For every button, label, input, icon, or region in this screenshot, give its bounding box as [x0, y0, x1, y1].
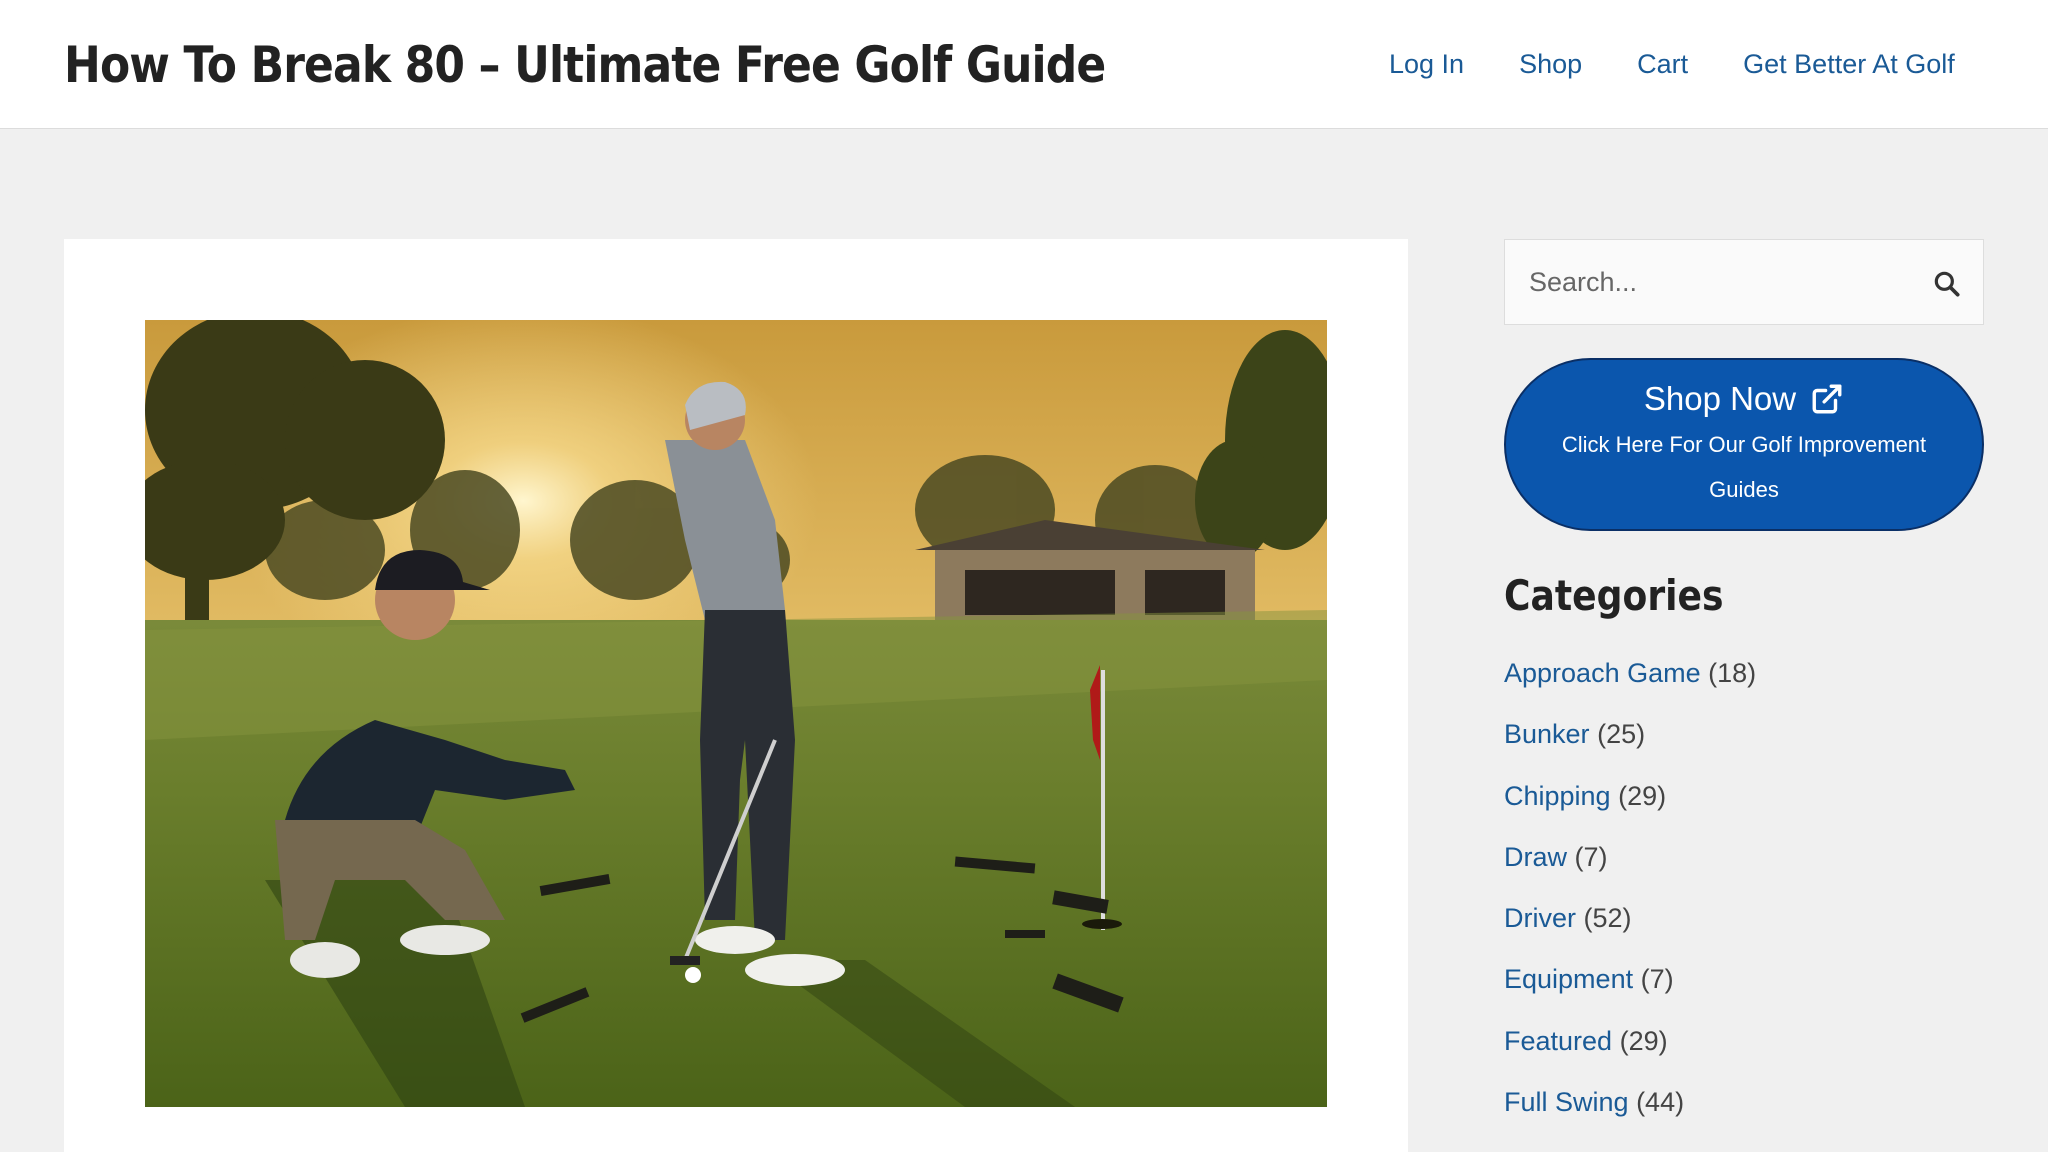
category-link-full-swing[interactable]: Full Swing: [1504, 1087, 1629, 1117]
category-count: (7): [1640, 964, 1674, 995]
category-link-chipping[interactable]: Chipping: [1504, 781, 1611, 811]
category-count: (18): [1708, 658, 1757, 688]
category-item: Bunker (25): [1504, 714, 1756, 775]
category-link-featured[interactable]: Featured: [1504, 1026, 1612, 1056]
external-link-icon: [1812, 384, 1842, 414]
category-count: (29): [1619, 1025, 1668, 1056]
category-link-bunker[interactable]: Bunker: [1504, 719, 1590, 749]
categories-list: Approach Game (18) Bunker (25) Chipping …: [1504, 653, 1756, 1143]
site-title[interactable]: How To Break 80 – Ultimate Free Golf Gui…: [64, 30, 1106, 100]
category-link-driver[interactable]: Driver: [1504, 903, 1576, 933]
category-count: (52): [1583, 903, 1632, 934]
main-nav: Log In Shop Cart Get Better At Golf: [1389, 44, 1955, 84]
category-item: Equipment (7): [1504, 959, 1756, 1020]
category-count: (29): [1618, 780, 1667, 811]
nav-get-better-at-golf[interactable]: Get Better At Golf: [1743, 44, 1955, 84]
category-item: Approach Game (18): [1504, 653, 1756, 714]
site-header: How To Break 80 – Ultimate Free Golf Gui…: [0, 0, 2048, 129]
category-link-approach-game[interactable]: Approach Game: [1504, 658, 1701, 688]
category-count: (25): [1597, 719, 1646, 750]
category-item: Featured (29): [1504, 1021, 1756, 1082]
featured-image[interactable]: [145, 320, 1327, 1107]
main-content: [64, 239, 1408, 1152]
category-count: (44): [1636, 1087, 1685, 1118]
search-icon[interactable]: [1931, 268, 1963, 300]
search-form: [1504, 239, 1984, 325]
category-item: Driver (52): [1504, 898, 1756, 959]
nav-cart[interactable]: Cart: [1637, 44, 1688, 84]
nav-log-in[interactable]: Log In: [1389, 44, 1464, 84]
categories-heading: Categories: [1504, 571, 1724, 620]
nav-shop[interactable]: Shop: [1519, 44, 1582, 84]
shop-now-title-row: Shop Now: [1506, 378, 1982, 420]
category-count: (7): [1574, 841, 1608, 872]
category-item: Chipping (29): [1504, 776, 1756, 837]
category-item: Draw (7): [1504, 837, 1756, 898]
shop-now-button[interactable]: Shop Now Click Here For Our Golf Improve…: [1504, 358, 1984, 531]
category-link-draw[interactable]: Draw: [1504, 842, 1567, 872]
category-item: Full Swing (44): [1504, 1082, 1756, 1143]
shop-now-subtitle: Click Here For Our Golf Improvement Guid…: [1561, 432, 1927, 502]
search-input[interactable]: [1505, 240, 1905, 324]
category-link-equipment[interactable]: Equipment: [1504, 964, 1633, 994]
shop-now-label: Shop Now: [1643, 380, 1797, 417]
